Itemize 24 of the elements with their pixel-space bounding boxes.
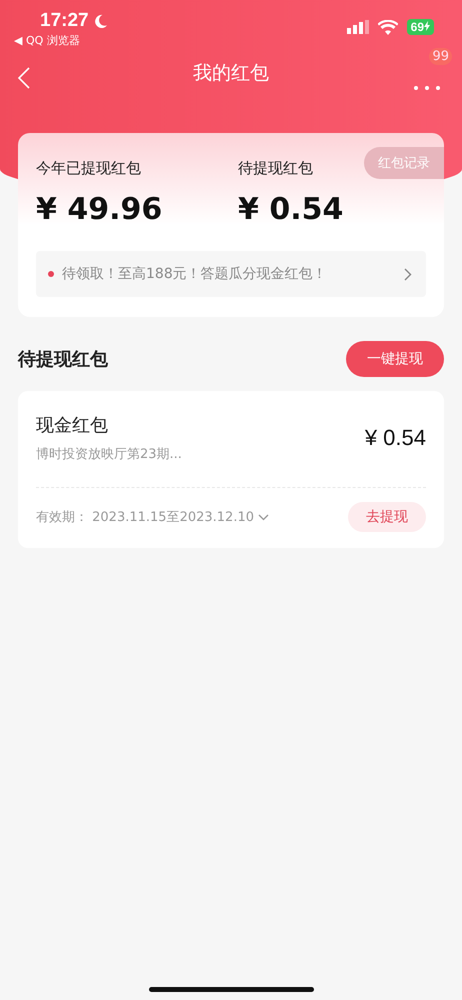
back-to-app-link[interactable]: ◀ QQ 浏览器 <box>14 33 108 48</box>
packet-source: 博时投资放映厅第23期... <box>36 446 182 463</box>
validity-dropdown[interactable]: 有效期： 2023.11.15至2023.12.10 <box>36 508 270 526</box>
clock-time: 17:27 <box>40 10 89 32</box>
page-title: 我的红包 <box>193 61 269 86</box>
withdraw-button[interactable]: 去提现 <box>348 502 426 532</box>
signal-icon <box>346 20 369 34</box>
record-button[interactable]: 红包记录 <box>364 147 444 179</box>
stat-label: 待提现红包 <box>238 159 313 178</box>
back-icon[interactable] <box>18 67 30 89</box>
wifi-icon <box>378 20 398 34</box>
stat-amount: ¥ 49.96 <box>36 192 164 227</box>
moon-icon <box>92 14 108 28</box>
section-title: 待提现红包 <box>18 348 108 371</box>
stat-label: 今年已提现红包 <box>36 159 141 178</box>
notice-banner[interactable]: 待领取！至高188元！答题瓜分现金红包！ <box>36 251 426 297</box>
battery-indicator: 69 <box>406 19 434 35</box>
stat-amount: ¥ 0.54 <box>238 192 344 227</box>
packet-amount: ¥ 0.54 <box>364 425 426 451</box>
withdraw-all-button[interactable]: 一键提现 <box>346 341 444 377</box>
packet-name: 现金红包 <box>36 414 109 437</box>
chevron-down-icon <box>258 514 270 520</box>
notification-badge: 99 <box>429 48 452 65</box>
more-icon[interactable] <box>414 86 440 90</box>
